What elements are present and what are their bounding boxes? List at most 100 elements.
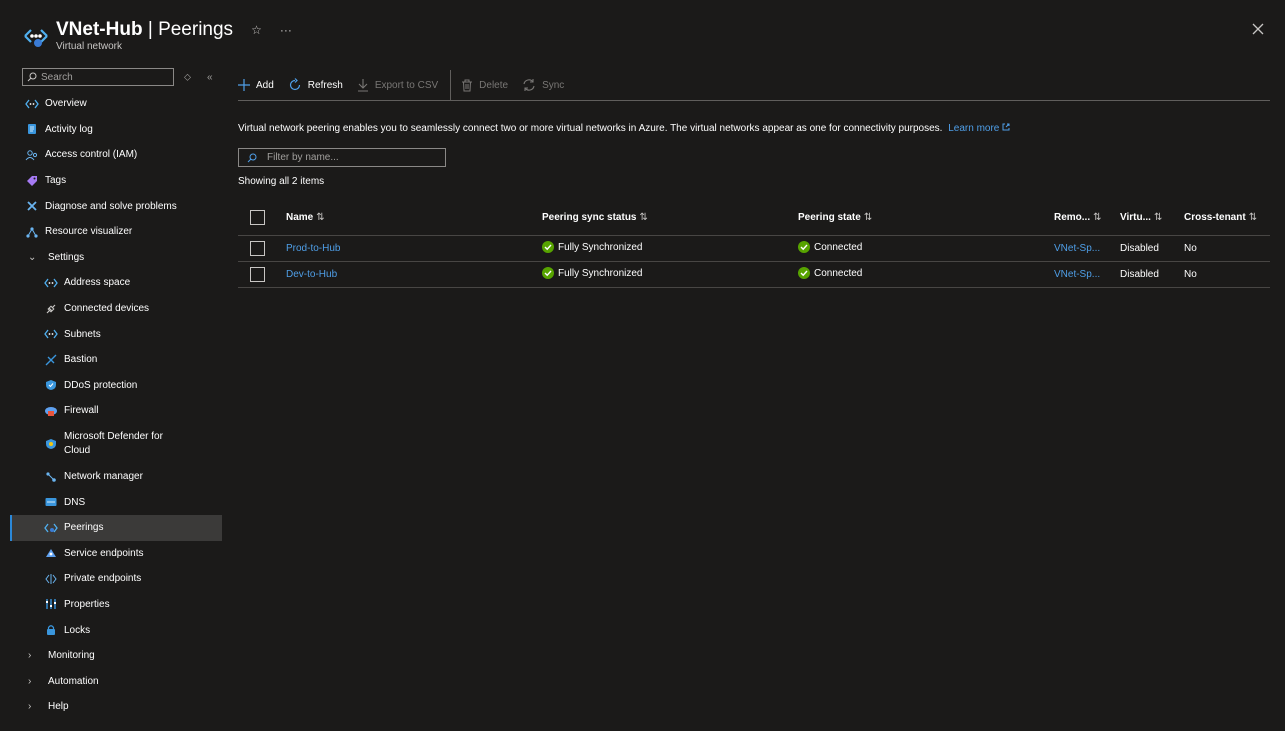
sidebar-item-network-manager[interactable]: Network manager <box>10 464 222 490</box>
sidebar-item-private-endpoints[interactable]: Private endpoints <box>10 566 222 592</box>
add-button[interactable]: Add <box>238 79 274 91</box>
sidebar-group-settings[interactable]: ⌄ Settings <box>10 245 222 271</box>
search-icon <box>27 72 37 82</box>
sidebar-group-automation[interactable]: › Automation <box>10 668 222 694</box>
table-header-row: Name ⇅ Peering sync status ⇅ Peering state… <box>238 199 1270 236</box>
vnet-icon <box>25 97 39 111</box>
tag-icon <box>25 174 39 188</box>
sidebar-item-overview[interactable]: Overview <box>10 91 222 117</box>
sidebar-item-label: Service endpoints <box>64 547 144 559</box>
cross-tenant-cell: No <box>1184 261 1270 288</box>
sidebar-item-address-space[interactable]: Address space <box>10 270 222 296</box>
external-link-icon <box>1002 123 1010 131</box>
plug-icon <box>44 302 58 316</box>
sidebar-item-label: Private endpoints <box>64 573 142 585</box>
remote-vnet-link[interactable]: VNet-Sp... <box>1054 243 1100 254</box>
sidebar-item-peerings[interactable]: Peerings <box>10 514 222 541</box>
select-all-cell <box>238 199 286 236</box>
sidebar-item-label: Monitoring <box>48 650 95 662</box>
sidebar-item-properties[interactable]: Properties <box>10 592 222 618</box>
virtual-cell: Disabled <box>1120 235 1184 262</box>
sidebar-item-tags[interactable]: Tags <box>10 168 222 194</box>
sidebar-item-label: Tags <box>45 175 67 187</box>
firewall-icon <box>44 404 58 418</box>
remote-vnet-link[interactable]: VNet-Sp... <box>1054 269 1100 280</box>
export-csv-button[interactable]: Export to CSV <box>357 78 438 92</box>
remote-cell: VNet-Sp... <box>1054 261 1120 288</box>
sidebar-item-defender[interactable]: Microsoft Defender for Cloud <box>10 424 222 464</box>
close-icon[interactable] <box>1251 22 1265 36</box>
refresh-button[interactable]: Refresh <box>288 78 343 92</box>
row-checkbox[interactable] <box>250 241 265 256</box>
filter-input[interactable] <box>267 152 427 163</box>
star-favorite-icon[interactable]: ☆ <box>251 18 262 42</box>
remote-cell: VNet-Sp... <box>1054 235 1120 262</box>
command-bar: Add Refresh Export to CSV Delete Sync <box>238 70 1270 101</box>
peering-state-text: Connected <box>814 241 863 253</box>
vnet-peerings-icon <box>24 29 48 47</box>
sidebar-item-firewall[interactable]: Firewall <box>10 398 222 424</box>
expand-collapse-icon[interactable]: ⬦ <box>184 72 191 83</box>
column-header-cross-tenant[interactable]: Cross-tenant ⇅ <box>1184 199 1270 236</box>
service-endpoints-icon <box>44 546 58 560</box>
sidebar-item-locks[interactable]: Locks <box>10 617 222 643</box>
sidebar-item-label: Automation <box>48 675 99 687</box>
sidebar-item-label: Peerings <box>64 522 104 534</box>
sync-status-text: Fully Synchronized <box>558 241 643 253</box>
row-select-cell <box>238 261 286 288</box>
sync-status-cell: Fully Synchronized <box>542 235 798 262</box>
peerings-icon <box>44 521 58 535</box>
sidebar-item-dns[interactable]: DNS <box>10 489 222 515</box>
column-header-name[interactable]: Name ⇅ <box>286 199 542 236</box>
peering-state-cell: Connected <box>798 235 1054 262</box>
sidebar-item-resource-visualizer[interactable]: Resource visualizer <box>10 219 222 245</box>
column-header-virtual[interactable]: Virtu... ⇅ <box>1120 199 1184 236</box>
sidebar-group-help[interactable]: › Help <box>10 694 222 720</box>
column-header-sync-status[interactable]: Peering sync status ⇅ <box>542 199 798 236</box>
private-endpoints-icon <box>44 572 58 586</box>
peerings-table: Name ⇅ Peering sync status ⇅ Peering state… <box>238 199 1270 288</box>
select-all-checkbox[interactable] <box>250 209 265 225</box>
collapse-menu-icon[interactable]: « <box>207 72 213 83</box>
more-options-icon[interactable]: ··· <box>280 18 292 42</box>
menu-list: Overview Activity log Access control (IA… <box>10 91 222 720</box>
table-row[interactable]: Prod-to-Hub Fully Synchronized Connected… <box>238 235 1270 262</box>
column-header-peering-state[interactable]: Peering state ⇅ <box>798 199 1054 236</box>
peering-name-link[interactable]: Prod-to-Hub <box>286 243 340 254</box>
sidebar-item-activity-log[interactable]: Activity log <box>10 117 222 143</box>
page-subtitle: Virtual network <box>56 41 122 52</box>
row-checkbox[interactable] <box>250 267 265 282</box>
properties-icon <box>44 597 58 611</box>
wrench-icon <box>25 199 39 213</box>
refresh-label: Refresh <box>307 79 343 91</box>
sidebar-item-diagnose[interactable]: Diagnose and solve problems <box>10 193 222 219</box>
sync-status-cell: Fully Synchronized <box>542 261 798 288</box>
sidebar-item-label: Network manager <box>64 471 143 483</box>
network-manager-icon <box>44 470 58 484</box>
delete-button[interactable]: Delete <box>461 79 508 92</box>
sidebar-item-access-control[interactable]: Access control (IAM) <box>10 142 222 168</box>
filter-box[interactable] <box>238 148 446 167</box>
row-select-cell <box>238 235 286 262</box>
sidebar-item-connected-devices[interactable]: Connected devices <box>10 296 222 322</box>
sidebar-item-subnets[interactable]: Subnets <box>10 321 222 347</box>
menu-search-input[interactable] <box>41 71 161 83</box>
sidebar-item-ddos-protection[interactable]: DDoS protection <box>10 373 222 399</box>
page-title: VNet-Hub | Peerings <box>56 19 234 40</box>
sidebar-group-monitoring[interactable]: › Monitoring <box>10 643 222 669</box>
info-text: Virtual network peering enables you to s… <box>238 123 1270 134</box>
success-check-icon <box>798 267 810 279</box>
learn-more-link[interactable]: Learn more <box>948 123 1010 134</box>
column-header-remote[interactable]: Remo... ⇅ <box>1054 199 1120 236</box>
sidebar-item-bastion[interactable]: Bastion <box>10 347 222 373</box>
peering-state-cell: Connected <box>798 261 1054 288</box>
sidebar-item-service-endpoints[interactable]: Service endpoints <box>10 541 222 567</box>
menu-search-box[interactable] <box>22 68 174 86</box>
activity-log-icon <box>25 122 39 136</box>
table-row[interactable]: Dev-to-Hub Fully Synchronized Connected … <box>238 261 1270 288</box>
delete-label: Delete <box>479 79 509 91</box>
peering-name-link[interactable]: Dev-to-Hub <box>286 269 337 280</box>
sync-button[interactable]: Sync <box>522 78 564 92</box>
sidebar-item-label: Bastion <box>64 354 98 366</box>
name-cell: Dev-to-Hub <box>286 261 542 288</box>
